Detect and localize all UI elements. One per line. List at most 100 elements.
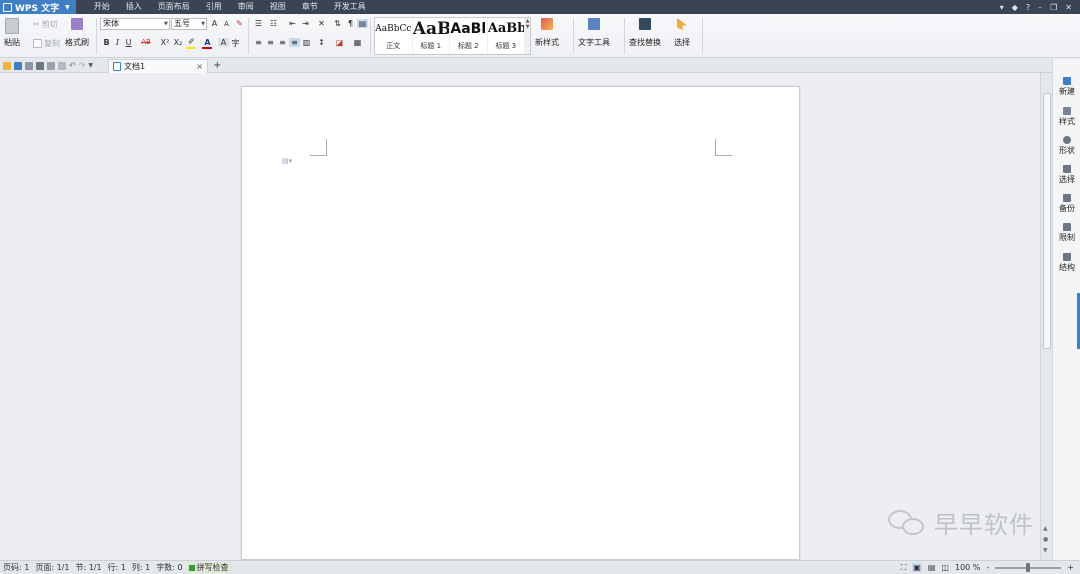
scrollbar-thumb[interactable] [1043, 93, 1051, 349]
select-button[interactable]: 选择 [674, 18, 690, 48]
decrease-indent-icon[interactable]: ⇤ [287, 19, 298, 28]
style-sample: AaB [412, 19, 449, 39]
new-style-button[interactable]: 新样式 [535, 18, 559, 48]
chevron-down-icon[interactable]: ▼ [88, 62, 93, 69]
grow-font-button[interactable]: A [209, 19, 220, 28]
align-right-icon[interactable]: ≡ [277, 38, 288, 47]
taskpane-backup[interactable]: 备份 [1053, 194, 1080, 214]
font-name-select[interactable]: 宋体 ▼ [100, 18, 170, 30]
bullet-list-icon[interactable]: ☰ [253, 19, 264, 28]
tab-document-1[interactable]: 文档1 × [108, 59, 208, 73]
align-left-icon[interactable]: ≡ [253, 38, 264, 47]
app-menu-button[interactable]: WPS 文字 ▼ [0, 0, 76, 14]
highlight-icon[interactable]: ✐ [186, 37, 197, 46]
char-shading-button[interactable]: A [218, 38, 229, 47]
line-spacing-icon[interactable]: ↕ [316, 38, 327, 47]
taskpane-select[interactable]: 选择 [1053, 165, 1080, 185]
tab-page-layout[interactable]: 页面布局 [150, 0, 198, 14]
fullscreen-icon[interactable]: ⛶ [901, 563, 907, 573]
open-icon[interactable] [3, 61, 11, 70]
status-word-count[interactable]: 字数: 0 [153, 562, 185, 573]
align-center-icon[interactable]: ≡ [265, 38, 276, 47]
sort-icon[interactable]: ⇅ [332, 19, 343, 28]
export-icon[interactable] [25, 61, 33, 70]
justify-icon[interactable]: ≡ [289, 38, 300, 47]
preview-icon[interactable] [47, 61, 55, 70]
chinese-layout-icon[interactable]: ✕ [316, 19, 327, 28]
increase-indent-icon[interactable]: ⇥ [300, 19, 311, 28]
tab-references[interactable]: 引用 [198, 0, 230, 14]
tab-insert[interactable]: 插入 [118, 0, 150, 14]
phonetic-icon[interactable]: 字 [230, 38, 241, 49]
italic-button[interactable]: I [112, 38, 123, 47]
show-marks-icon[interactable]: ¶ [345, 19, 356, 28]
status-page-number[interactable]: 页码: 1 [0, 562, 32, 573]
find-replace-button[interactable]: 查找替换 [629, 18, 661, 48]
strikethrough-button[interactable]: AB [139, 38, 153, 46]
style-heading-3[interactable]: AaBb 标题 3 [488, 18, 526, 54]
document-page[interactable]: ▤▾ [241, 86, 800, 560]
tab-review[interactable]: 审阅 [230, 0, 262, 14]
borders-icon[interactable]: ▦ [352, 38, 363, 47]
settings-icon[interactable]: ◆ [1012, 3, 1018, 12]
status-page[interactable]: 页面: 1/1 [32, 562, 72, 573]
gallery-scrollbar[interactable]: ▲ ▼ [525, 18, 530, 54]
taskpane-shapes[interactable]: 形状 [1053, 136, 1080, 156]
minimize-icon[interactable]: – [1038, 3, 1042, 12]
status-section[interactable]: 节: 1/1 [72, 562, 104, 573]
paragraph-marker-icon[interactable]: ▤▾ [282, 157, 292, 165]
tab-home[interactable]: 开始 [86, 0, 118, 14]
help-button[interactable]: ? [1026, 3, 1030, 12]
tab-developer[interactable]: 开发工具 [326, 0, 374, 14]
zoom-in-button[interactable]: + [1067, 563, 1074, 572]
bold-button[interactable]: B [101, 38, 112, 47]
distributed-icon[interactable]: ▥ [301, 38, 312, 47]
shrink-font-button[interactable]: A [221, 20, 232, 28]
style-heading-2[interactable]: AaBl 标题 2 [450, 18, 488, 54]
taskpane-new[interactable]: 新建 [1053, 77, 1080, 97]
taskpane-restrict[interactable]: 限制 [1053, 223, 1080, 243]
web-view-icon[interactable]: ◫ [941, 563, 949, 572]
zoom-value[interactable]: 100 % [955, 563, 980, 572]
shading-icon[interactable]: ◪ [334, 38, 345, 47]
tab-section[interactable]: 章节 [294, 0, 326, 14]
outline-view-icon[interactable]: ▤ [928, 563, 936, 572]
page-view-icon[interactable]: ▣ [912, 563, 922, 572]
save-icon[interactable] [14, 61, 22, 70]
skin-icon[interactable]: ▾ [1000, 3, 1004, 12]
number-list-icon[interactable]: ☷ [268, 19, 279, 28]
zoom-slider-knob[interactable] [1026, 562, 1031, 572]
text-tools-button[interactable]: 文字工具 [578, 18, 610, 48]
chevron-up-icon[interactable]: ▲ [1043, 525, 1048, 532]
selection-icon[interactable]: ▤ [357, 19, 368, 28]
browse-object-icon[interactable]: ● [1043, 536, 1048, 543]
close-icon[interactable]: ✕ [1065, 3, 1072, 12]
superscript-button[interactable]: X² [158, 38, 172, 47]
font-color-button[interactable]: A [202, 38, 213, 47]
clear-format-icon[interactable]: ✎ [234, 19, 245, 28]
taskpane-structure[interactable]: 结构 [1053, 253, 1080, 273]
tab-view[interactable]: 视图 [262, 0, 294, 14]
redo-icon[interactable]: ↷ [79, 61, 86, 70]
zoom-slider[interactable] [995, 562, 1062, 572]
restore-icon[interactable]: ❐ [1050, 3, 1057, 12]
style-normal[interactable]: AaBbCcD 正文 [375, 18, 413, 54]
spell-check-button[interactable]: 拼写检查 [185, 562, 232, 573]
paste-button[interactable]: 粘贴 [4, 18, 20, 48]
font-size-select[interactable]: 五号 ▼ [171, 18, 207, 30]
chevron-down-icon[interactable]: ▼ [1043, 547, 1048, 554]
taskpane-styles[interactable]: 样式 [1053, 107, 1080, 127]
new-tab-button[interactable]: + [213, 59, 221, 73]
print-icon[interactable] [36, 61, 44, 70]
subscript-button[interactable]: X₂ [171, 38, 185, 47]
copy-button[interactable]: 复制 [33, 38, 60, 49]
style-heading-1[interactable]: AaB 标题 1 [413, 18, 451, 54]
underline-button[interactable]: U [123, 38, 134, 47]
vertical-scrollbar[interactable]: ▲ ● ▼ [1040, 73, 1052, 560]
cut-button[interactable]: ✂ 剪切 [33, 19, 58, 30]
close-tab-button[interactable]: × [196, 62, 203, 71]
undo-icon[interactable]: ↶ [69, 61, 76, 70]
format-painter-button[interactable]: 格式刷 [65, 18, 89, 48]
zoom-out-button[interactable]: - [986, 563, 989, 572]
spellcheck-icon[interactable] [58, 61, 66, 70]
